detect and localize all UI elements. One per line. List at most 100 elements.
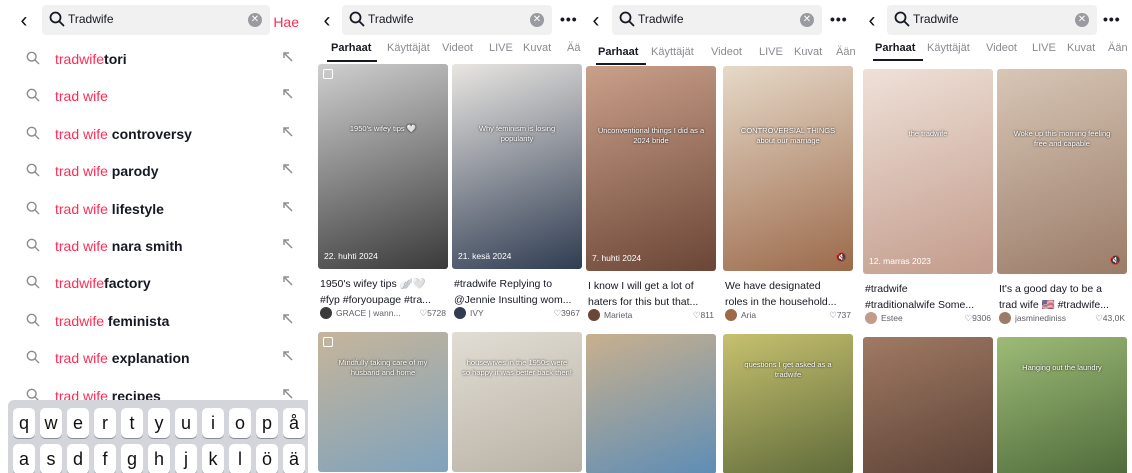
key-l[interactable]: l: [229, 444, 251, 473]
fill-arrow-icon[interactable]: [282, 126, 294, 138]
avatar[interactable]: [320, 307, 332, 319]
clear-icon[interactable]: ✕: [1075, 13, 1089, 27]
suggestion-item[interactable]: tradwife feminista: [0, 302, 308, 339]
fill-arrow-icon[interactable]: [282, 163, 294, 175]
key-q[interactable]: q: [13, 408, 35, 438]
video-thumbnail[interactable]: Woke up this morning feeling free and ca…: [997, 69, 1127, 274]
key-ä[interactable]: ä: [283, 444, 305, 473]
video-thumbnail[interactable]: [586, 334, 716, 473]
back-icon[interactable]: ‹: [317, 10, 337, 32]
tab-videot[interactable]: Videot: [442, 42, 473, 54]
key-a[interactable]: a: [13, 444, 35, 473]
tab-live[interactable]: LIVE: [1032, 42, 1056, 54]
fill-arrow-icon[interactable]: [282, 313, 294, 325]
tab-kuvat[interactable]: Kuvat: [1067, 42, 1095, 54]
avatar[interactable]: [725, 309, 737, 321]
suggestion-item[interactable]: trad wife nara smith: [0, 227, 308, 264]
more-icon[interactable]: •••: [830, 11, 848, 27]
tab-parhaat[interactable]: Parhaat: [331, 42, 371, 54]
suggestion-item[interactable]: tradwifefactory: [0, 264, 308, 301]
search-input[interactable]: Tradwife ✕: [42, 5, 270, 35]
fill-arrow-icon[interactable]: [282, 238, 294, 250]
key-s[interactable]: s: [40, 444, 62, 473]
tab-videot[interactable]: Videot: [711, 46, 742, 58]
username[interactable]: jasminediniss: [1015, 313, 1085, 323]
key-p[interactable]: p: [256, 408, 278, 438]
clear-icon[interactable]: ✕: [248, 13, 262, 27]
avatar[interactable]: [865, 312, 877, 324]
video-caption[interactable]: 1950's wifey tips 🪽🤍 #fyp #foryoupage #tr…: [320, 276, 448, 308]
key-w[interactable]: w: [40, 408, 62, 438]
clear-icon[interactable]: ✕: [530, 13, 544, 27]
fill-arrow-icon[interactable]: [282, 388, 294, 400]
key-u[interactable]: u: [175, 408, 197, 438]
video-thumbnail[interactable]: Hanging out the laundry: [997, 337, 1127, 473]
suggestion-item[interactable]: trad wife controversy: [0, 115, 308, 152]
more-icon[interactable]: •••: [560, 11, 578, 27]
key-e[interactable]: e: [67, 408, 89, 438]
tab-aanet[interactable]: Ään: [1108, 42, 1128, 54]
video-caption[interactable]: I know I will get a lot of haters for thi…: [588, 278, 716, 310]
tab-kayttajat[interactable]: Käyttäjät: [387, 42, 430, 54]
username[interactable]: GRACE | wann...: [336, 308, 406, 318]
username[interactable]: Marieta: [604, 310, 674, 320]
username[interactable]: Estee: [881, 313, 951, 323]
video-thumbnail[interactable]: [863, 337, 993, 473]
tab-kuvat[interactable]: Kuvat: [794, 46, 822, 58]
key-d[interactable]: d: [67, 444, 89, 473]
key-ö[interactable]: ö: [256, 444, 278, 473]
key-o[interactable]: o: [229, 408, 251, 438]
tab-aanet[interactable]: Ään: [836, 46, 856, 58]
key-å[interactable]: å: [283, 408, 305, 438]
tab-live[interactable]: LIVE: [489, 42, 513, 54]
back-icon[interactable]: ‹: [14, 10, 34, 32]
video-thumbnail[interactable]: Mindfully taking care of my husband and …: [318, 332, 448, 472]
video-thumbnail[interactable]: 1950's wifey tips 🤍 22. huhti 2024: [318, 64, 448, 269]
fill-arrow-icon[interactable]: [282, 275, 294, 287]
back-icon[interactable]: ‹: [862, 10, 882, 32]
video-thumbnail[interactable]: housewives in the 1950s were so happy it…: [452, 332, 582, 472]
avatar[interactable]: [454, 307, 466, 319]
mute-icon[interactable]: 🔇: [1110, 255, 1121, 266]
suggestion-item[interactable]: trad wife parody: [0, 152, 308, 189]
avatar[interactable]: [588, 309, 600, 321]
suggestion-item[interactable]: trad wife explanation: [0, 339, 308, 376]
video-caption[interactable]: #tradwife Replying to @Jennie Insulting w…: [454, 276, 582, 308]
clear-icon[interactable]: ✕: [800, 13, 814, 27]
search-input[interactable]: Tradwife ✕: [612, 5, 822, 35]
suggestion-item[interactable]: trad wife: [0, 77, 308, 114]
video-caption[interactable]: #tradwife #traditionalwife Some...: [865, 281, 993, 313]
avatar[interactable]: [999, 312, 1011, 324]
tab-live[interactable]: LIVE: [759, 46, 783, 58]
tab-kuvat[interactable]: Kuvat: [523, 42, 551, 54]
username[interactable]: Aria: [741, 310, 811, 320]
key-k[interactable]: k: [202, 444, 224, 473]
tab-parhaat[interactable]: Parhaat: [875, 42, 915, 54]
search-button[interactable]: Hae: [273, 14, 299, 30]
suggestion-item[interactable]: tradwifetori: [0, 40, 308, 77]
key-r[interactable]: r: [94, 408, 116, 438]
key-h[interactable]: h: [148, 444, 170, 473]
tab-kayttajat[interactable]: Käyttäjät: [651, 46, 694, 58]
key-f[interactable]: f: [94, 444, 116, 473]
fill-arrow-icon[interactable]: [282, 201, 294, 213]
search-input[interactable]: Tradwife ✕: [887, 5, 1097, 35]
fill-arrow-icon[interactable]: [282, 88, 294, 100]
video-thumbnail[interactable]: questions I get asked as a tradwife: [723, 334, 853, 473]
video-thumbnail[interactable]: Why feminism is losing popularity 21. kes…: [452, 64, 582, 269]
key-i[interactable]: i: [202, 408, 224, 438]
key-y[interactable]: y: [148, 408, 170, 438]
key-g[interactable]: g: [121, 444, 143, 473]
fill-arrow-icon[interactable]: [282, 51, 294, 63]
username[interactable]: IVY: [470, 308, 540, 318]
back-icon[interactable]: ‹: [586, 10, 606, 32]
tab-kayttajat[interactable]: Käyttäjät: [927, 42, 970, 54]
tab-parhaat[interactable]: Parhaat: [598, 46, 638, 58]
search-input[interactable]: Tradwife ✕: [342, 5, 552, 35]
mute-icon[interactable]: 🔇: [836, 252, 847, 263]
suggestion-item[interactable]: trad wife lifestyle: [0, 190, 308, 227]
more-icon[interactable]: •••: [1103, 11, 1121, 27]
video-thumbnail[interactable]: the tradwife 12. marras 2023: [863, 69, 993, 274]
tab-videot[interactable]: Videot: [986, 42, 1017, 54]
video-caption[interactable]: We have designated roles in the household…: [725, 278, 853, 310]
